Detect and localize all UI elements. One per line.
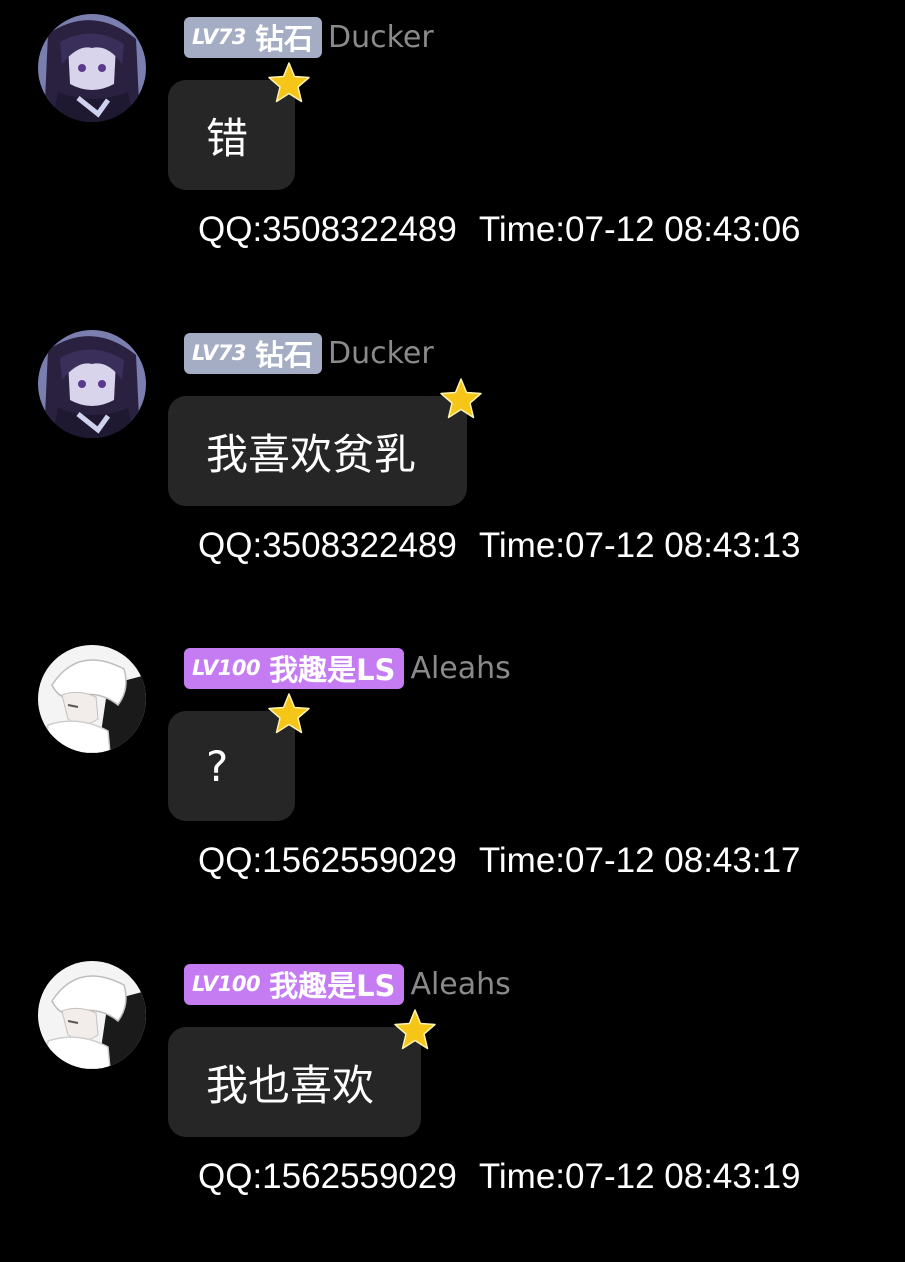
nickname[interactable]: Aleahs — [410, 967, 510, 1002]
level-badge: LV73 钻石 — [184, 332, 322, 374]
chat-message: LV73 钻石 Ducker 错 QQ:3508322489 Time:07-12… — [0, 0, 905, 315]
timestamp: Time:07-12 08:43:06 — [478, 210, 801, 249]
user-avatar[interactable] — [38, 14, 146, 122]
anime-girl-dark-hair-avatar-icon — [38, 330, 146, 438]
level-text: LV100 — [192, 656, 261, 680]
message-meta: QQ:1562559029 Time:07-12 08:43:19 — [198, 1157, 801, 1197]
level-badge: LV100 我趣是LS — [184, 647, 405, 689]
level-badge: LV73 钻石 — [184, 16, 322, 58]
level-text: LV100 — [192, 972, 261, 996]
chat-message: LV73 钻石 Ducker 我喜欢贫乳 QQ:3508322489 Time:0… — [0, 316, 905, 631]
timestamp: Time:07-12 08:43:13 — [478, 526, 801, 565]
anime-girl-dark-hair-avatar-icon — [38, 14, 146, 122]
badge-title: 我趣是LS — [269, 653, 396, 687]
message-bubble[interactable]: 我也喜欢 — [168, 1027, 421, 1137]
message-header: LV100 我趣是LS Aleahs — [184, 963, 511, 1005]
user-avatar[interactable] — [38, 330, 146, 438]
star-icon — [438, 376, 484, 422]
badge-title: 钻石 — [254, 22, 313, 56]
message-meta: QQ:1562559029 Time:07-12 08:43:17 — [198, 841, 801, 881]
level-text: LV73 — [192, 341, 246, 365]
nickname[interactable]: Ducker — [328, 336, 434, 371]
qq-number: QQ:1562559029 — [198, 1157, 457, 1196]
user-avatar[interactable] — [38, 961, 146, 1069]
level-badge: LV100 我趣是LS — [184, 963, 405, 1005]
star-icon — [266, 60, 312, 106]
nickname[interactable]: Aleahs — [410, 651, 510, 686]
chat-message: LV100 我趣是LS Aleahs 我也喜欢 QQ:1562559029 Tim… — [0, 947, 905, 1262]
message-header: LV73 钻石 Ducker — [184, 332, 434, 374]
nickname[interactable]: Ducker — [328, 20, 434, 55]
timestamp: Time:07-12 08:43:19 — [478, 1157, 801, 1196]
badge-title: 钻石 — [254, 338, 313, 372]
message-header: LV73 钻石 Ducker — [184, 16, 434, 58]
message-meta: QQ:3508322489 Time:07-12 08:43:06 — [198, 210, 801, 250]
level-text: LV73 — [192, 25, 246, 49]
white-hair-boy-avatar-icon — [38, 645, 146, 753]
chat-message: LV100 我趣是LS Aleahs ? QQ:1562559029 Time:0… — [0, 631, 905, 946]
user-avatar[interactable] — [38, 645, 146, 753]
star-icon — [266, 691, 312, 737]
message-header: LV100 我趣是LS Aleahs — [184, 647, 511, 689]
qq-number: QQ:1562559029 — [198, 841, 457, 880]
badge-title: 我趣是LS — [269, 969, 396, 1003]
message-meta: QQ:3508322489 Time:07-12 08:43:13 — [198, 526, 801, 566]
star-icon — [392, 1007, 438, 1053]
qq-number: QQ:3508322489 — [198, 210, 457, 249]
message-bubble[interactable]: 我喜欢贫乳 — [168, 396, 467, 506]
timestamp: Time:07-12 08:43:17 — [478, 841, 801, 880]
qq-number: QQ:3508322489 — [198, 526, 457, 565]
white-hair-boy-avatar-icon — [38, 961, 146, 1069]
